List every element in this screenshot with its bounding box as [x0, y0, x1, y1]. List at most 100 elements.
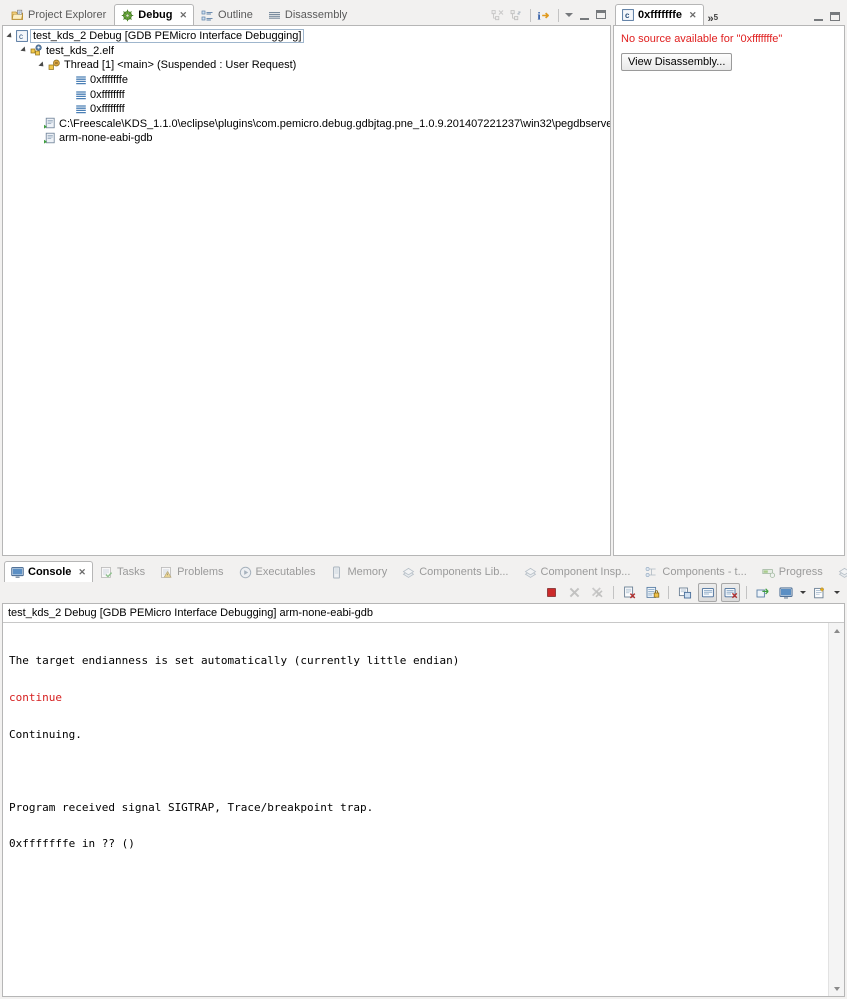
- scroll-down-arrow-icon[interactable]: [829, 981, 844, 996]
- tab-label: 0xfffffffe: [638, 9, 682, 21]
- tree-row-launch[interactable]: c test_kds_2 Debug [GDB PEMicro Interfac…: [3, 29, 610, 44]
- console-view-pane: Console ✕ Tasks: [0, 560, 847, 999]
- tab-close-icon[interactable]: ✕: [78, 567, 85, 578]
- tab-problems[interactable]: Problems: [153, 561, 231, 582]
- clear-console-icon[interactable]: [620, 583, 639, 602]
- tab-source-0xfffffffe[interactable]: c 0xfffffffe ✕: [615, 4, 704, 25]
- debug-view-window-buttons: [565, 10, 606, 22]
- tab-project-explorer[interactable]: Project Explorer: [4, 4, 114, 25]
- svg-text:i: i: [538, 11, 541, 23]
- console-selector-dropdown-icon[interactable]: [800, 591, 806, 594]
- new-console-view-icon[interactable]: [810, 583, 829, 602]
- tab-executables[interactable]: Executables: [232, 561, 324, 582]
- launch-config-icon: c: [16, 30, 28, 42]
- tree-label-frame: 0xffffffff: [90, 103, 125, 115]
- terminate-icon[interactable]: [542, 583, 561, 602]
- remove-launch-icon[interactable]: [565, 583, 584, 602]
- console-vertical-scrollbar[interactable]: [828, 623, 844, 996]
- tab-label: Components - t...: [662, 566, 746, 578]
- tab-close-icon[interactable]: ✕: [689, 10, 696, 21]
- toolbar-separator: [558, 9, 559, 22]
- toolbar-separator: [613, 586, 614, 599]
- console-output[interactable]: The target endianness is set automatical…: [3, 623, 828, 996]
- pin-console-icon[interactable]: [698, 583, 717, 602]
- tab-tasks[interactable]: Tasks: [93, 561, 153, 582]
- source-view-body: No source available for "0xfffffffe" Vie…: [613, 25, 845, 556]
- tab-components-tree[interactable]: Components - t...: [638, 561, 754, 582]
- tab-label: Memory: [347, 566, 387, 578]
- tree-row-program[interactable]: test_kds_2.elf: [3, 44, 610, 59]
- remove-all-terminated-icon[interactable]: [588, 583, 607, 602]
- minimize-icon[interactable]: [814, 11, 823, 21]
- open-console-icon[interactable]: [753, 583, 772, 602]
- show-console-on-output-icon[interactable]: [675, 583, 694, 602]
- tree-label-launch: test_kds_2 Debug [GDB PEMicro Interface …: [30, 29, 304, 43]
- tab-disassembly[interactable]: Disassembly: [261, 4, 355, 25]
- tab-label: Disassembly: [285, 9, 347, 21]
- maximize-icon[interactable]: [596, 10, 606, 19]
- tree-row-thread[interactable]: Thread [1] <main> (Suspended : User Requ…: [3, 58, 610, 73]
- step-into-selection-icon[interactable]: i: [537, 8, 552, 23]
- tree-label-frame: 0xffffffff: [90, 89, 125, 101]
- components-library-icon: [402, 566, 415, 579]
- tree-row-frame[interactable]: 0xffffffff: [3, 102, 610, 117]
- tab-outline[interactable]: Outline: [194, 4, 261, 25]
- tab-configuration-registers[interactable]: Configuration R.: [831, 561, 847, 582]
- program-icon: [30, 44, 43, 57]
- source-view-window-buttons: [810, 11, 845, 25]
- view-menu-icon[interactable]: [565, 13, 573, 17]
- new-console-view-dropdown-icon[interactable]: [834, 591, 840, 594]
- project-explorer-icon: [11, 9, 24, 22]
- maximize-icon[interactable]: [830, 12, 840, 21]
- source-view-tabbar: c 0xfffffffe ✕ »5: [613, 3, 845, 25]
- tree-label-thread: Thread [1] <main> (Suspended : User Requ…: [64, 59, 296, 71]
- tab-components-library[interactable]: Components Lib...: [395, 561, 516, 582]
- collapse-all-icon[interactable]: [490, 8, 505, 23]
- scroll-lock-icon[interactable]: [643, 583, 662, 602]
- console-process-label: test_kds_2 Debug [GDB PEMicro Interface …: [3, 604, 844, 623]
- expander-icon[interactable]: [3, 34, 16, 39]
- tree-row-frame[interactable]: 0xfffffffe: [3, 73, 610, 88]
- view-disassembly-button[interactable]: View Disassembly...: [621, 53, 732, 71]
- c-file-icon: c: [622, 9, 634, 21]
- tab-memory[interactable]: Memory: [323, 561, 395, 582]
- tree-row-process[interactable]: arm-none-eabi-gdb: [3, 131, 610, 146]
- tab-progress[interactable]: Progress: [755, 561, 831, 582]
- minimize-icon[interactable]: [580, 10, 589, 20]
- eclipse-workbench: Project Explorer Debug ✕: [0, 0, 847, 999]
- display-selected-console-icon[interactable]: [721, 583, 740, 602]
- expander-icon[interactable]: [35, 63, 48, 68]
- tree-label-process: arm-none-eabi-gdb: [59, 132, 153, 144]
- tree-label-process: C:\Freescale\KDS_1.1.0\eclipse\plugins\c…: [59, 118, 611, 130]
- console-line: Continuing.: [9, 729, 828, 741]
- source-view-pane: c 0xfffffffe ✕ »5: [613, 3, 845, 556]
- progress-icon: [762, 566, 775, 579]
- tab-label: Tasks: [117, 566, 145, 578]
- components-tree-icon: [645, 566, 658, 579]
- console-scroll-wrap: The target endianness is set automatical…: [3, 623, 844, 996]
- executables-icon: [239, 566, 252, 579]
- tab-close-icon[interactable]: ✕: [180, 10, 187, 21]
- tab-component-inspector[interactable]: Component Insp...: [517, 561, 639, 582]
- console-toolbar: [2, 582, 845, 603]
- component-inspector-icon: [524, 566, 537, 579]
- disassembly-icon: [268, 9, 281, 22]
- stack-frame-icon: [75, 89, 87, 101]
- configuration-registers-icon: [838, 566, 847, 579]
- console-selector-icon[interactable]: [776, 583, 795, 602]
- process-icon: [43, 132, 56, 145]
- tree-row-process[interactable]: C:\Freescale\KDS_1.1.0\eclipse\plugins\c…: [3, 117, 610, 132]
- toolbar-separator: [746, 586, 747, 599]
- memory-icon: [330, 566, 343, 579]
- tab-label: Problems: [177, 566, 223, 578]
- expander-icon[interactable]: [17, 48, 30, 53]
- tree-label-frame: 0xfffffffe: [90, 74, 128, 86]
- tab-overflow-chevron[interactable]: »5: [704, 13, 723, 25]
- expand-all-icon[interactable]: [509, 8, 524, 23]
- tab-label: Outline: [218, 9, 253, 21]
- scroll-up-arrow-icon[interactable]: [829, 623, 844, 638]
- tab-label: Components Lib...: [419, 566, 508, 578]
- tree-row-frame[interactable]: 0xffffffff: [3, 87, 610, 102]
- tab-debug[interactable]: Debug ✕: [114, 4, 194, 25]
- tab-console[interactable]: Console ✕: [4, 561, 93, 582]
